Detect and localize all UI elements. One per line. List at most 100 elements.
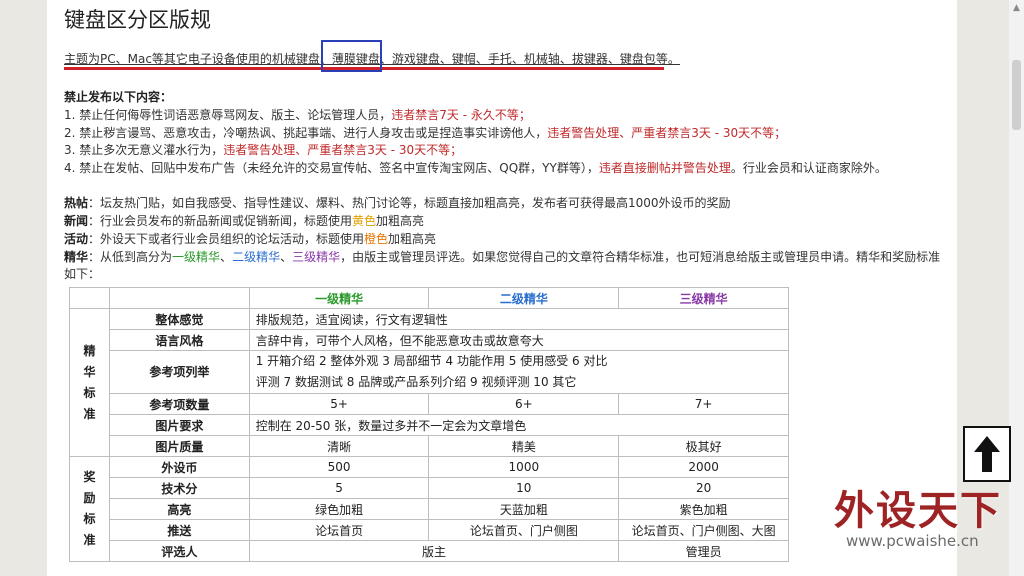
def-essence-text-b: ，由版主或管理员评选。如果您觉得自己的文章符合精华标准，也可短消息给版主或管理员…: [340, 250, 941, 264]
rule-text: 4. 禁止在发帖、回贴中发布广告（未经允许的交易宣传帖、签名中宣传淘宝网店、QQ…: [64, 161, 599, 175]
group-label-text: 精华标准: [83, 343, 96, 421]
row-label: 高亮: [108, 498, 250, 520]
table-row: 参考项数量 5+ 6+ 7+: [70, 393, 789, 415]
row-value: 论坛首页: [248, 519, 430, 541]
row-label: 技术分: [108, 477, 250, 499]
def-hot-text: ：坛友热门贴，如自我感受、指导性建议、爆料、热门讨论等，标题直接加粗高亮，发布者…: [88, 196, 731, 210]
table-row: 图片质量 清晰 精美 极其好: [70, 435, 789, 457]
arrow-up-icon: [974, 436, 1000, 472]
row-value: 10: [428, 477, 620, 499]
row-value: 1000: [428, 456, 620, 478]
sep: 、: [220, 250, 233, 264]
table-row: 奖励标准 外设币 500 1000 2000: [69, 456, 789, 562]
def-event-label: 活动: [64, 232, 89, 246]
page-title: 键盘区分区版规: [64, 8, 211, 32]
def-event-text: ：外设天下或者行业会员组织的论坛活动，标题使用: [88, 232, 365, 246]
group-reward-label: 奖励标准: [69, 456, 110, 562]
blue-annotation-box: [321, 40, 382, 72]
rule-penalty: 违者警告处理、严重者禁言3天 - 30天不等；: [223, 143, 463, 157]
table-row: 参考项列举 1 开箱介绍 2 整体外观 3 局部细节 4 功能作用 5 使用感受…: [70, 350, 790, 394]
header-empty: [108, 287, 250, 309]
rule-item: 4. 禁止在发帖、回贴中发布广告（未经允许的交易宣传帖、签名中宣传淘宝网店、QQ…: [64, 159, 887, 176]
table-row: 技术分 5 10 20: [70, 477, 789, 499]
row-value: 言辞中肯，可带个人风格，但不能恶意攻击或故意夸大: [248, 329, 790, 351]
def-hot: 热帖：坛友热门贴，如自我感受、指导性建议、爆料、热门讨论等，标题直接加粗高亮，发…: [64, 194, 731, 211]
def-event-color: 橙色: [364, 232, 389, 246]
rules-heading: 禁止发布以下内容：: [64, 90, 173, 104]
def-news-label: 新闻: [64, 214, 89, 228]
row-value: 500: [248, 456, 430, 478]
row-label: 图片质量: [108, 435, 250, 457]
essence-standards-table: 一级精华 二级精华 三级精华 精华标准 整体感觉 排版规范，适宜阅读，行文有逻辑…: [69, 287, 790, 562]
row-label: 语言风格: [108, 329, 250, 351]
row-value: 控制在 20-50 张，数量过多并不一定会为文章增色: [248, 414, 790, 436]
rule-item: 2. 禁止秽言谩骂、恶意攻击，冷嘲热讽、挑起事端、进行人身攻击或是捏造事实诽谤他…: [64, 124, 786, 141]
rule-item: 1. 禁止任何侮辱性词语恶意辱骂网友、版主、论坛管理人员，违者禁言7天 - 永久…: [64, 106, 531, 123]
rule-text: 1. 禁止任何侮辱性词语恶意辱骂网友、版主、论坛管理人员，: [64, 108, 392, 122]
def-news-text-b: 加粗高亮: [376, 214, 425, 228]
row-value: 管理员: [618, 540, 789, 562]
rule-penalty: 违者警告处理、严重者禁言3天 - 30天不等；: [547, 126, 787, 140]
page-scrollbar[interactable]: ▲: [1009, 0, 1024, 576]
row-label: 外设币: [108, 456, 250, 478]
row-value: 6+: [428, 393, 620, 415]
table-row: 图片要求 控制在 20-50 张，数量过多并不一定会为文章增色: [70, 414, 790, 436]
header-level-2: 二级精华: [428, 287, 620, 309]
row-value: 2000: [618, 456, 789, 478]
def-essence-text: ：从低到高分为: [88, 250, 173, 264]
essence-level-3: 三级精华: [292, 250, 341, 264]
row-value: 版主: [248, 540, 620, 562]
row-value: 5: [248, 477, 430, 499]
rule-text: 3. 禁止多次无意义灌水行为，: [64, 143, 224, 157]
rule-penalty: 违者直接删帖并警告处理: [598, 161, 731, 175]
sep: 、: [280, 250, 293, 264]
def-event: 活动：外设天下或者行业会员组织的论坛活动，标题使用橙色加粗高亮: [64, 230, 436, 247]
row-value: 极其好: [618, 435, 789, 457]
row-value: 紫色加粗: [618, 498, 789, 520]
def-event-text-b: 加粗高亮: [388, 232, 437, 246]
def-news-color: 黄色: [352, 214, 377, 228]
row-value: 论坛首页、门户侧图: [428, 519, 620, 541]
watermark-logo: 外设天下: [834, 487, 1002, 534]
group-label-text: 奖励标准: [83, 470, 96, 547]
header-empty: [69, 287, 110, 309]
rule-text: 2. 禁止秽言谩骂、恶意攻击，冷嘲热讽、挑起事端、进行人身攻击或是捏造事实诽谤他…: [64, 126, 548, 140]
watermark-url: www.pcwaishe.cn: [846, 532, 979, 550]
row-value: 5+: [248, 393, 430, 415]
scroll-thumb[interactable]: [1012, 60, 1021, 130]
rule-suffix: 。行业会员和认证商家除外。: [730, 161, 887, 175]
row-value: 20: [618, 477, 789, 499]
essence-level-1: 一级精华: [172, 250, 221, 264]
row-value: 排版规范，适宜阅读，行文有逻辑性: [248, 308, 790, 330]
row-label: 参考项列举: [108, 350, 250, 394]
rule-penalty: 违者禁言7天 - 永久不等；: [391, 108, 531, 122]
table-row: 语言风格 言辞中肯，可带个人风格，但不能恶意攻击或故意夸大: [70, 329, 790, 351]
table-row: 推送 论坛首页 论坛首页、门户侧图 论坛首页、门户侧图、大图: [70, 519, 789, 541]
row-value: 清晰: [248, 435, 430, 457]
def-hot-label: 热帖: [64, 196, 89, 210]
group-essence-label: 精华标准: [69, 308, 110, 457]
row-value: 1 开箱介绍 2 整体外观 3 局部细节 4 功能作用 5 使用感受 6 对比评…: [248, 350, 790, 394]
table-header-row: 一级精华 二级精华 三级精华: [69, 287, 789, 309]
scroll-up-arrow-icon[interactable]: ▲: [1009, 2, 1024, 14]
watermark: 外设天下 www.pcwaishe.cn: [834, 478, 1010, 568]
back-to-top-button[interactable]: [963, 426, 1011, 482]
row-label: 推送: [108, 519, 250, 541]
row-label: 参考项数量: [108, 393, 250, 415]
row-label: 图片要求: [108, 414, 250, 436]
table-row: 精华标准 整体感觉 排版规范，适宜阅读，行文有逻辑性: [69, 308, 790, 457]
def-news-text: ：行业会员发布的新品新闻或促销新闻，标题使用: [88, 214, 353, 228]
row-value: 论坛首页、门户侧图、大图: [618, 519, 789, 541]
row-value: 绿色加粗: [248, 498, 430, 520]
article-panel: 键盘区分区版规 主题为PC、Mac等其它电子设备使用的机械键盘、薄膜键盘、游戏键…: [47, 0, 957, 576]
def-essence-line2: 如下：: [64, 267, 101, 281]
table-row: 高亮 绿色加粗 天蓝加粗 紫色加粗: [70, 498, 789, 520]
table-row: 评选人 版主 管理员: [70, 540, 789, 562]
header-level-3: 三级精华: [618, 287, 789, 309]
row-value: 7+: [618, 393, 789, 415]
def-essence-label: 精华: [64, 250, 89, 264]
header-level-1: 一级精华: [248, 287, 430, 309]
row-value: 天蓝加粗: [428, 498, 620, 520]
def-essence: 精华：从低到高分为一级精华、二级精华、三级精华，由版主或管理员评选。如果您觉得自…: [64, 248, 940, 265]
rule-item: 3. 禁止多次无意义灌水行为，违者警告处理、严重者禁言3天 - 30天不等；: [64, 141, 462, 158]
